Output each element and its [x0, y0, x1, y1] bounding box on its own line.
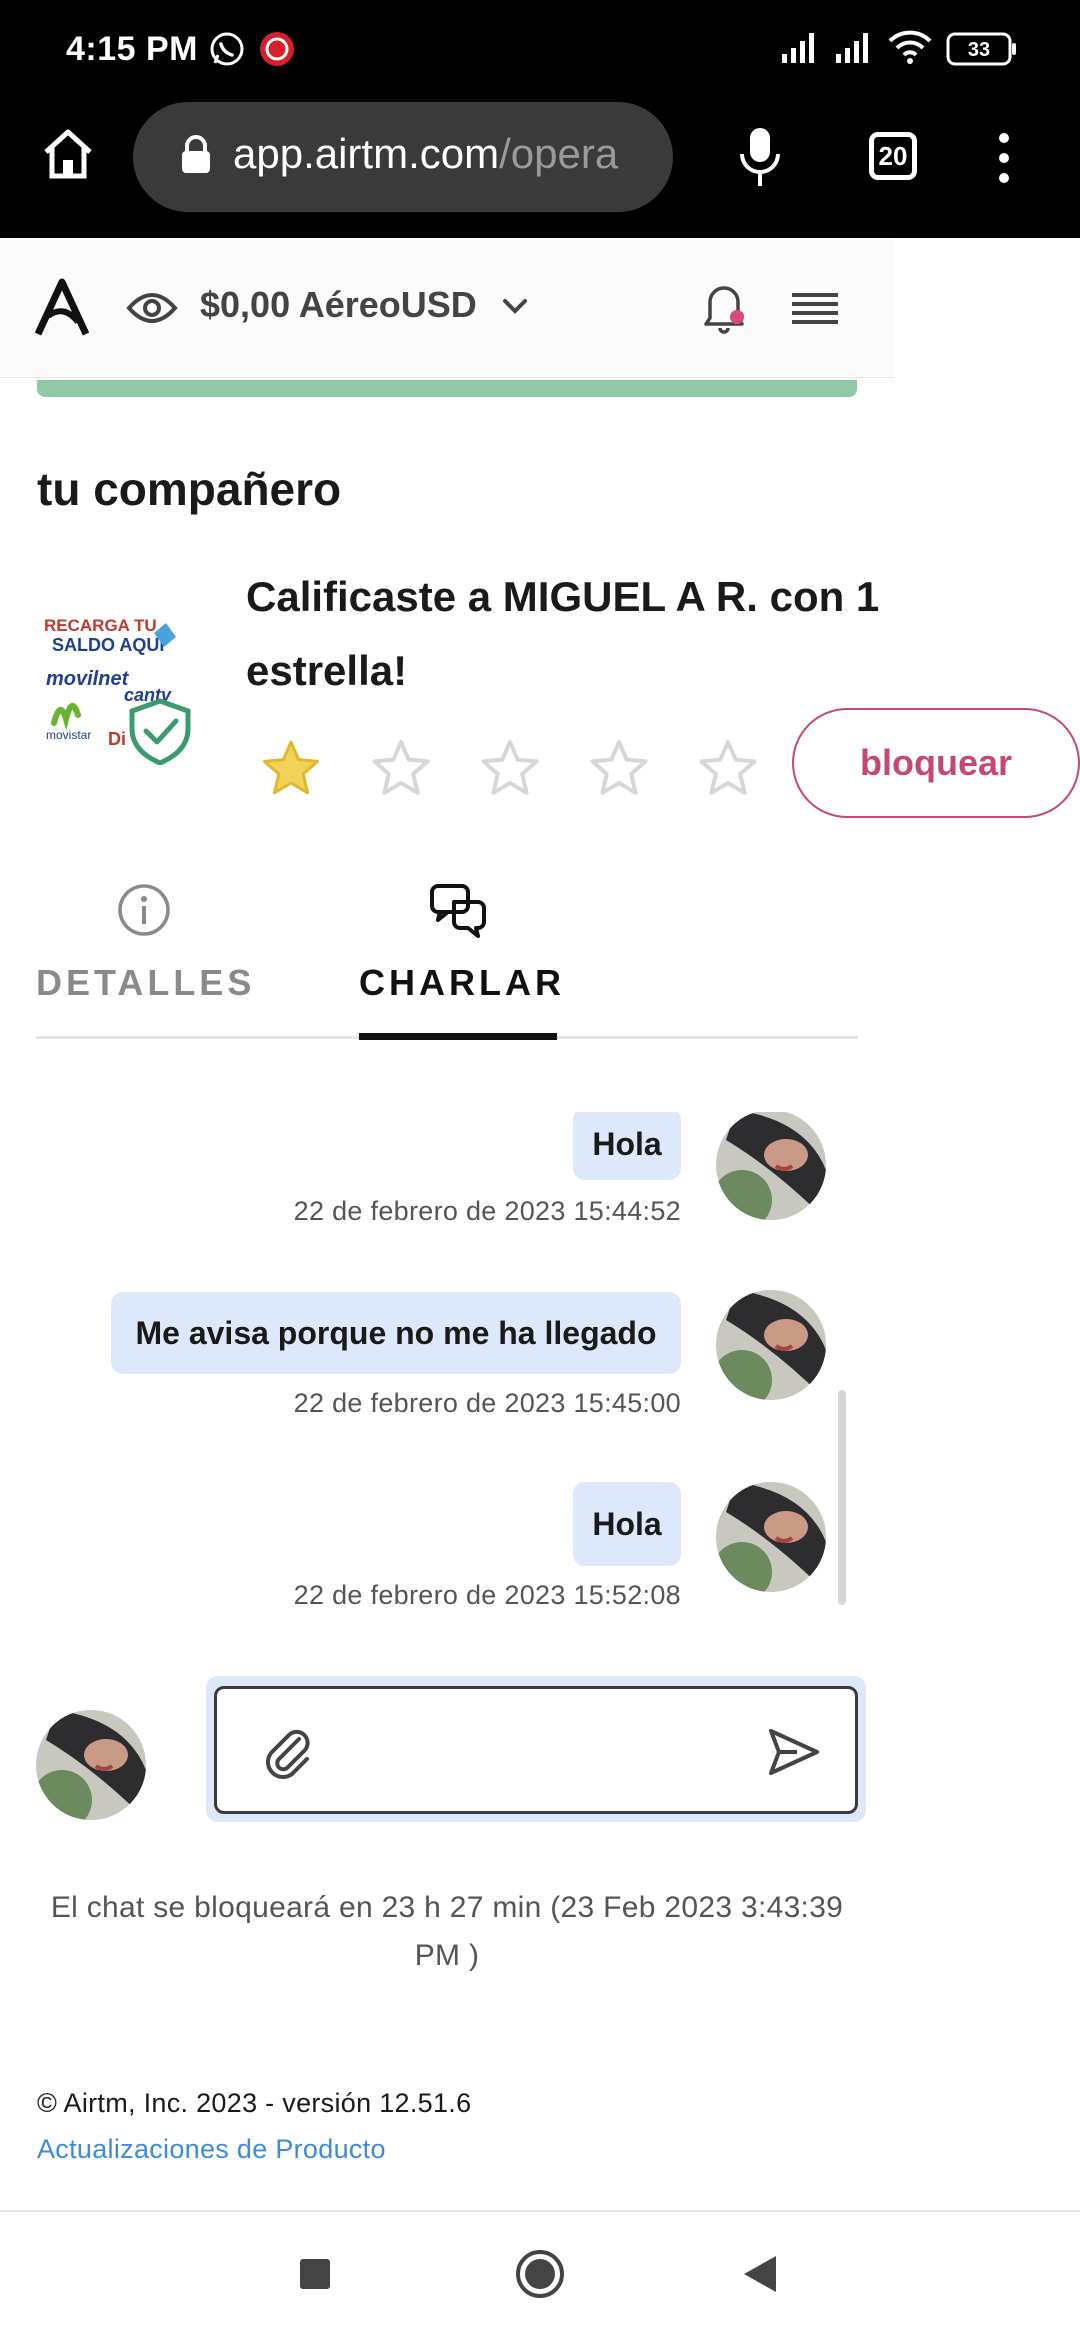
message-bubble: Hola: [573, 1482, 681, 1566]
chat-lock-notice: El chat se bloqueará en 23 h 27 min (23 …: [50, 1891, 844, 1972]
message-composer: [206, 1676, 866, 1822]
back-icon[interactable]: [742, 2254, 778, 2299]
url-host: app.airtm.com: [233, 130, 500, 177]
airtm-logo[interactable]: [34, 278, 90, 341]
menu-icon[interactable]: [790, 290, 840, 331]
battery-level: 33: [968, 39, 990, 61]
tab-details-label: DETALLES: [36, 962, 256, 1003]
message-timestamp: 22 de febrero de 2023 15:44:52: [293, 1196, 681, 1226]
notification-dot: [730, 310, 744, 324]
star-icon[interactable]: [586, 736, 652, 802]
star-icon[interactable]: [477, 736, 543, 802]
tab-chat[interactable]: CHARLAR: [359, 870, 565, 1040]
info-icon: [116, 882, 172, 943]
wifi-icon: [888, 30, 932, 69]
balance-display[interactable]: $0,00 AéreoUSD: [200, 284, 477, 326]
more-vertical-icon[interactable]: [994, 132, 1014, 189]
app-header: $0,00 AéreoUSD: [0, 238, 895, 378]
copyright-text: © Airtm, Inc. 2023 - versión 12.51.6: [37, 2088, 472, 2118]
logo-text-line-6: Di: [108, 729, 126, 749]
system-navigation-bar: [0, 2212, 1080, 2340]
partner-avatar: RECARGA TU SALDO AQUÍ movilnet cantv mov…: [36, 605, 194, 766]
microphone-icon[interactable]: [738, 126, 782, 193]
chevron-down-icon[interactable]: [500, 294, 530, 323]
logo-text-line-1: RECARGA TU: [44, 616, 157, 635]
message-bubble: Me avisa porque no me ha llegado: [111, 1292, 681, 1374]
battery-icon: 33: [946, 32, 1018, 71]
paperclip-icon[interactable]: [261, 1725, 315, 1784]
block-button[interactable]: bloquear: [792, 708, 1080, 818]
avatar: [716, 1290, 826, 1400]
send-icon[interactable]: [767, 1727, 821, 1782]
chat-scrollbar[interactable]: [838, 1390, 846, 1605]
eye-icon[interactable]: [126, 288, 178, 333]
tabs-icon[interactable]: 20: [869, 132, 917, 180]
star-icon[interactable]: [258, 736, 324, 802]
avatar: [36, 1710, 146, 1820]
browser-toolbar: app.airtm.com/opera 20: [0, 98, 1080, 238]
app-notification-icon: [258, 30, 296, 73]
message-timestamp: 22 de febrero de 2023 15:52:08: [293, 1580, 681, 1610]
address-bar[interactable]: app.airtm.com/opera: [133, 102, 673, 212]
message-composer-box: [214, 1686, 858, 1814]
section-title: tu compañero: [37, 463, 342, 515]
url-path: /opera: [499, 130, 619, 177]
avatar: [716, 1112, 826, 1220]
product-updates-link[interactable]: Actualizaciones de Producto: [37, 2134, 386, 2165]
signal-icon: [780, 30, 822, 69]
status-banner: [37, 380, 857, 397]
logo-text-line-2: SALDO AQUÍ: [52, 634, 165, 655]
status-time: 4:15 PM: [66, 30, 198, 68]
chat-messages[interactable]: Hola 22 de febrero de 2023 15:44:52 Me a…: [36, 1112, 858, 1672]
tab-chat-label: CHARLAR: [359, 962, 565, 1003]
avatar: [716, 1482, 826, 1592]
rating-message: Calificaste a MIGUEL A R. con 1 estrella…: [246, 573, 880, 694]
home-button-icon[interactable]: [514, 2248, 566, 2305]
logo-text-line-3: movilnet: [46, 668, 130, 690]
lock-icon: [179, 135, 213, 180]
message-input[interactable]: [317, 1719, 747, 1779]
logo-text-line-5: movistar: [46, 728, 91, 742]
status-bar: 4:15 PM 33: [0, 0, 1080, 98]
bell-icon[interactable]: [700, 278, 748, 339]
tab-details[interactable]: DETALLES: [36, 870, 251, 1040]
signal-icon: [834, 30, 876, 69]
active-tab-indicator: [359, 1033, 557, 1040]
home-icon[interactable]: [40, 126, 96, 187]
star-icon[interactable]: [368, 736, 434, 802]
whatsapp-icon: [208, 30, 246, 73]
url-text: app.airtm.com/opera: [233, 130, 653, 178]
message-bubble: Hola: [573, 1112, 681, 1180]
recent-apps-icon[interactable]: [298, 2257, 332, 2296]
chat-bubbles-icon: [428, 882, 488, 943]
message-timestamp: 22 de febrero de 2023 15:45:00: [293, 1388, 681, 1418]
star-icon[interactable]: [695, 736, 761, 802]
